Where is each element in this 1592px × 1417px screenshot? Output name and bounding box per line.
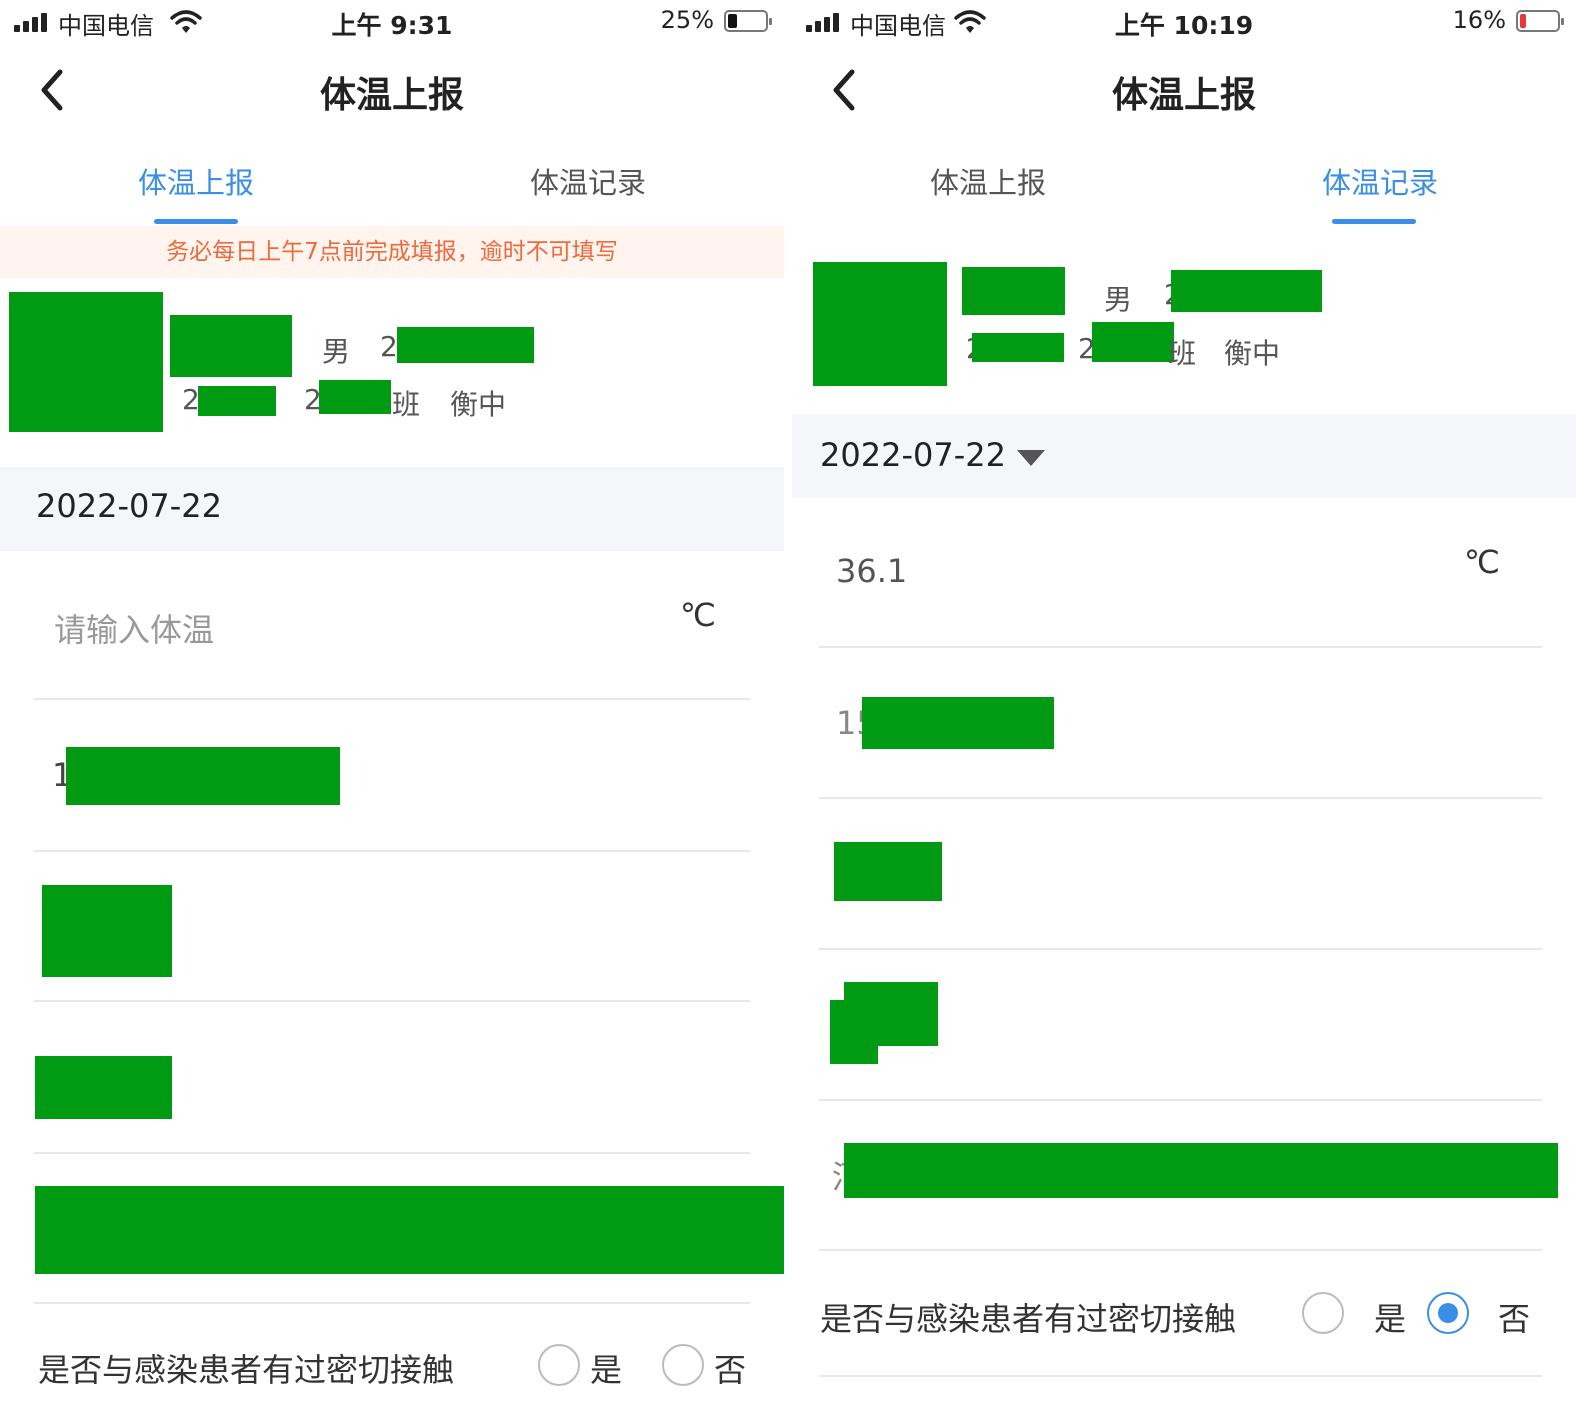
tab-bar: 体温上报 体温记录 xyxy=(0,150,784,230)
divider xyxy=(819,948,1542,950)
temperature-value: 36.1 xyxy=(836,552,908,590)
tab-temperature-records[interactable]: 体温记录 xyxy=(1184,160,1576,202)
school-name: 衡中 xyxy=(1224,337,1281,370)
battery-percent: 25% xyxy=(660,6,714,34)
phone-screen-report: 中国电信 上午 9:31 25% 体温上报 体温上报 体温记录 务必每日上午7点… xyxy=(0,0,784,1417)
form-value xyxy=(830,1000,878,1064)
student-name xyxy=(962,267,1065,315)
contact-yes-radio[interactable] xyxy=(1302,1292,1344,1334)
contact-no-radio[interactable] xyxy=(1427,1292,1469,1334)
address-field[interactable] xyxy=(35,1186,784,1274)
contact-question: 是否与感染患者有过密切接触 xyxy=(38,1351,455,1389)
tab-temperature-report[interactable]: 体温上报 xyxy=(792,160,1184,202)
tab-temperature-report[interactable]: 体温上报 xyxy=(0,160,392,202)
student-grade xyxy=(198,386,276,416)
contact-yes-label[interactable]: 是 xyxy=(590,1345,622,1391)
student-id xyxy=(397,327,534,363)
divider xyxy=(34,1000,750,1002)
divider xyxy=(34,850,750,852)
report-date: 2022-07-22 xyxy=(36,487,222,525)
status-bar: 中国电信 上午 10:19 16% xyxy=(792,0,1576,44)
battery-icon xyxy=(1516,10,1564,32)
temperature-input[interactable]: 请输入体温 xyxy=(54,605,214,651)
nav-bar: 体温上报 xyxy=(0,50,784,130)
date-picker[interactable]: 2022-07-22 xyxy=(792,414,1576,498)
divider xyxy=(819,1099,1542,1101)
student-name xyxy=(170,315,292,377)
student-id-prefix: 2 xyxy=(380,330,398,363)
phone-screen-records: 中国电信 上午 10:19 16% 体温上报 体温上报 体温记录 男 2 2 2 xyxy=(792,0,1576,1417)
contact-yes-radio[interactable] xyxy=(538,1344,580,1386)
active-tab-indicator xyxy=(1332,219,1416,224)
battery-percent: 16% xyxy=(1452,6,1506,34)
form-field[interactable] xyxy=(42,885,172,977)
status-bar: 中国电信 上午 9:31 25% xyxy=(0,0,784,44)
avatar xyxy=(813,262,947,386)
divider xyxy=(34,698,750,700)
avatar xyxy=(9,292,163,432)
address-value xyxy=(844,1143,1558,1198)
student-class xyxy=(319,380,391,414)
contact-question: 是否与感染患者有过密切接触 xyxy=(820,1300,1237,1338)
student-grade xyxy=(972,333,1064,362)
divider xyxy=(34,1302,750,1304)
class-suffix: 班 xyxy=(392,388,421,421)
divider xyxy=(819,797,1542,799)
divider xyxy=(819,646,1542,648)
contact-no-label[interactable]: 否 xyxy=(1498,1294,1530,1340)
celsius-unit: ℃ xyxy=(680,596,716,634)
tab-bar: 体温上报 体温记录 xyxy=(792,150,1576,230)
phone-field[interactable] xyxy=(66,747,340,805)
divider xyxy=(34,1152,750,1154)
battery-icon xyxy=(724,10,772,32)
student-id xyxy=(1171,270,1322,312)
celsius-unit: ℃ xyxy=(1464,543,1500,581)
tab-temperature-records[interactable]: 体温记录 xyxy=(392,160,784,202)
active-tab-indicator xyxy=(154,219,238,224)
form-value xyxy=(834,842,942,901)
deadline-notice: 务必每日上午7点前完成填报，逾时不可填写 xyxy=(0,226,784,278)
student-gender: 男 xyxy=(322,335,351,368)
divider xyxy=(819,1375,1542,1377)
contact-no-label[interactable]: 否 xyxy=(714,1345,746,1391)
date-bar: 2022-07-22 xyxy=(0,467,784,551)
page-title: 体温上报 xyxy=(1111,75,1256,116)
contact-yes-label[interactable]: 是 xyxy=(1374,1294,1406,1340)
class-suffix: 班 xyxy=(1168,337,1197,370)
nav-bar: 体温上报 xyxy=(792,50,1576,130)
page-title: 体温上报 xyxy=(319,75,464,116)
student-class xyxy=(1092,322,1174,362)
phone-value xyxy=(862,697,1054,749)
school-name: 衡中 xyxy=(450,388,507,421)
caret-down-icon[interactable] xyxy=(1017,450,1045,466)
student-gender: 男 xyxy=(1104,283,1133,316)
form-field[interactable] xyxy=(35,1056,172,1119)
divider xyxy=(819,1249,1542,1251)
contact-no-radio[interactable] xyxy=(662,1344,704,1386)
report-date[interactable]: 2022-07-22 xyxy=(820,436,1006,474)
